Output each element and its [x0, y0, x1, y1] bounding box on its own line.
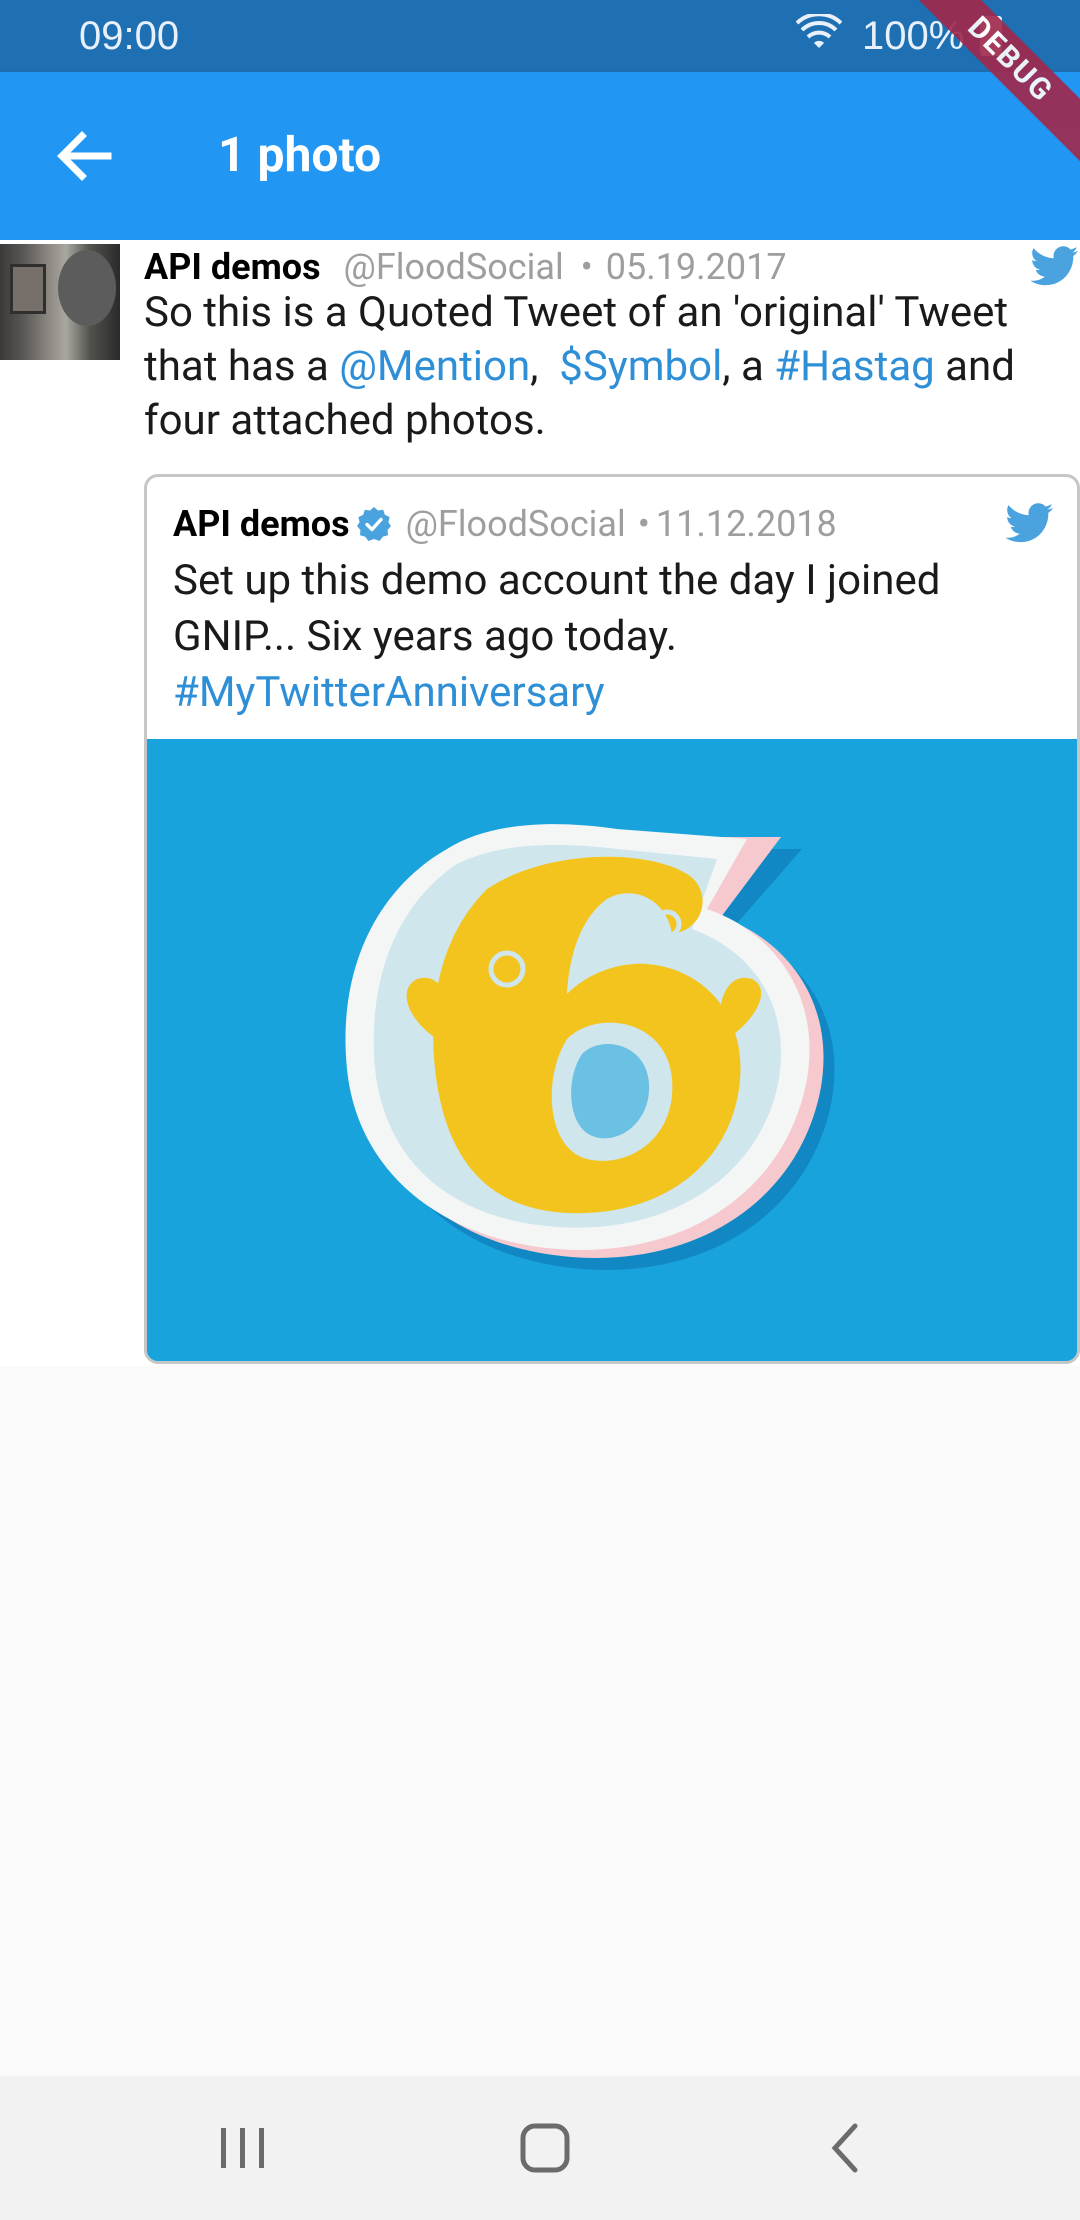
separator-dot: • — [637, 503, 650, 545]
mention-link[interactable]: @Mention — [339, 342, 530, 391]
avatar[interactable] — [0, 244, 120, 360]
home-icon[interactable] — [513, 2116, 577, 2180]
tweet[interactable]: API demos @FloodSocial • 05.19.2017 So t… — [0, 240, 1080, 1366]
back-icon[interactable] — [815, 2116, 879, 2180]
tweet-text: So this is a Quoted Tweet of an 'origina… — [144, 286, 1069, 448]
author-handle[interactable]: @FloodSocial — [344, 246, 564, 288]
page-title: 1 photo — [218, 126, 382, 183]
verified-badge-icon — [356, 507, 391, 541]
quoted-tweet-card[interactable]: API demos @FloodSocial • 11.12.2018 Set … — [144, 474, 1080, 1364]
quoted-tweet-header: API demos @FloodSocial • 11.12.2018 — [173, 503, 837, 545]
recent-apps-icon[interactable] — [211, 2116, 275, 2180]
quoted-tweet-text: Set up this demo account the day I joine… — [173, 553, 1053, 721]
status-time: 09:00 — [79, 14, 180, 58]
quoted-hashtag-link[interactable]: #MyTwitterAnniversary — [173, 668, 605, 717]
quoted-tweet-date: 11.12.2018 — [655, 503, 837, 545]
status-bar: 09:00 100% — [0, 0, 1080, 72]
yellow-number-six-papercraft-image — [147, 739, 1077, 1361]
twitter-bird-icon — [1030, 246, 1078, 286]
hashtag-link[interactable]: #Hastag — [774, 342, 935, 391]
symbol-link[interactable]: $Symbol — [559, 342, 722, 391]
tweet-photo[interactable] — [147, 739, 1077, 1361]
twitter-bird-icon — [1005, 503, 1053, 543]
tweet-text-part: , — [530, 342, 560, 391]
author-name[interactable]: API demos — [144, 246, 321, 288]
quoted-author-name[interactable]: API demos — [173, 503, 350, 545]
tweet-date: 05.19.2017 — [605, 246, 787, 288]
tweet-header: API demos @FloodSocial • 05.19.2017 — [144, 246, 787, 288]
app-bar: 1 photo — [0, 72, 1080, 240]
wifi-icon — [796, 14, 842, 48]
tweet-text-part: , a — [722, 342, 775, 391]
arrow-back-icon[interactable] — [40, 112, 128, 200]
system-nav-bar — [0, 2076, 1080, 2220]
quoted-text-body: Set up this demo account the day I joine… — [173, 556, 941, 661]
separator-dot: • — [580, 246, 593, 288]
quoted-author-handle[interactable]: @FloodSocial — [406, 503, 626, 545]
